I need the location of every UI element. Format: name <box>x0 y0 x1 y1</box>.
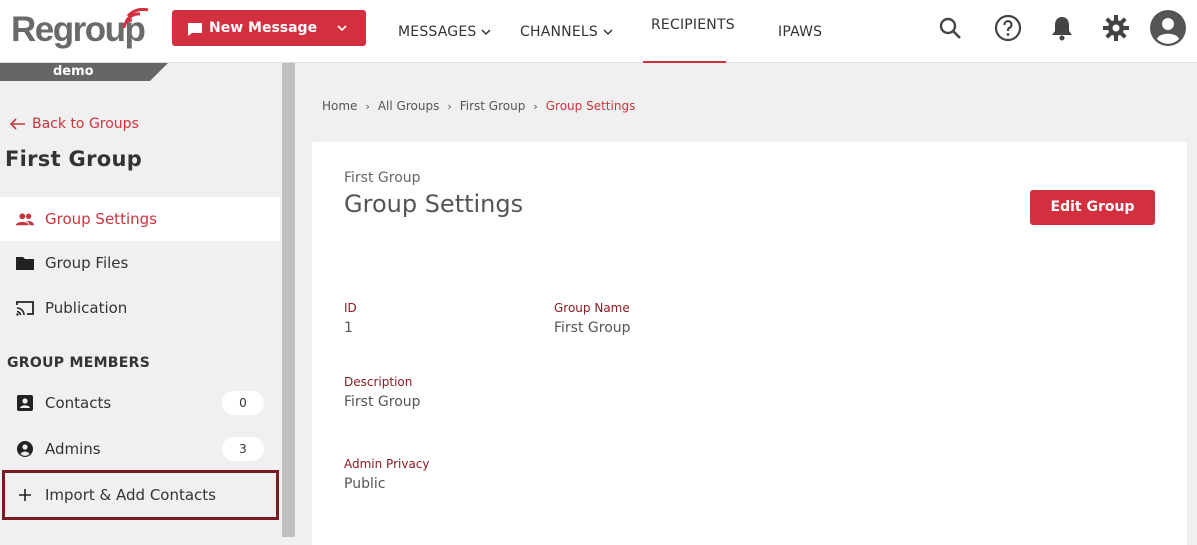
gear-icon[interactable] <box>1098 10 1134 46</box>
group-members-header: GROUP MEMBERS <box>7 355 151 371</box>
id-label: ID <box>344 301 357 315</box>
contact-card-icon <box>16 395 34 411</box>
page-title: Group Settings <box>344 190 524 218</box>
card-subtitle: First Group <box>344 170 421 186</box>
admin-privacy-label: Admin Privacy <box>344 457 430 471</box>
regroup-logo[interactable]: Regroup <box>11 8 149 50</box>
bell-icon[interactable] <box>1044 10 1080 46</box>
breadcrumb-home[interactable]: Home <box>322 99 357 113</box>
edit-group-button[interactable]: Edit Group <box>1030 190 1155 225</box>
chevron-right-icon: › <box>365 99 370 113</box>
group-name-value: First Group <box>554 320 631 336</box>
search-icon[interactable] <box>932 10 968 46</box>
group-settings-card: First Group Group Settings Edit Group ID… <box>312 142 1187 545</box>
admin-privacy-value: Public <box>344 476 386 492</box>
chevron-down-icon <box>481 28 492 35</box>
nav-recipients[interactable]: RECIPIENTS <box>643 0 735 63</box>
chevron-down-icon[interactable] <box>335 22 349 34</box>
help-icon[interactable] <box>990 10 1026 46</box>
breadcrumb-current: Group Settings <box>545 99 636 113</box>
breadcrumb-all-groups[interactable]: All Groups <box>378 99 439 113</box>
contacts-count-badge: 0 <box>222 391 264 415</box>
people-icon <box>16 211 34 227</box>
chevron-right-icon: › <box>447 99 452 113</box>
new-message-button[interactable]: New Message <box>172 10 366 46</box>
account-icon[interactable] <box>1150 10 1186 46</box>
chevron-down-icon <box>603 28 613 35</box>
sidebar-item-group-files[interactable]: Group Files <box>0 241 280 285</box>
arrow-left-icon <box>10 118 25 130</box>
admins-count-badge: 3 <box>222 437 264 461</box>
focus-highlight <box>2 470 279 520</box>
description-value: First Group <box>344 394 421 410</box>
sidebar-scrollbar[interactable] <box>282 63 295 537</box>
breadcrumb: Home › All Groups › First Group › Group … <box>322 99 635 113</box>
top-bar: Regroup New Message MESSAGES CHANNELS RE… <box>0 0 1197 63</box>
id-value: 1 <box>344 320 353 336</box>
group-name-label: Group Name <box>554 301 630 315</box>
chevron-right-icon: › <box>533 99 538 113</box>
admin-icon <box>16 441 34 457</box>
nav-ipaws[interactable]: IPAWS <box>778 0 822 63</box>
nav-channels[interactable]: CHANNELS <box>520 0 613 63</box>
back-to-groups-link[interactable]: Back to Groups <box>10 116 139 132</box>
message-icon <box>188 23 202 36</box>
sidebar-item-contacts[interactable]: Contacts 0 <box>0 381 280 425</box>
sidebar-item-admins[interactable]: Admins 3 <box>0 427 280 471</box>
group-title: First Group <box>5 147 143 171</box>
sidebar-item-publication[interactable]: Publication <box>0 286 280 330</box>
breadcrumb-first-group[interactable]: First Group <box>460 99 526 113</box>
sidebar-item-group-settings[interactable]: Group Settings <box>0 197 280 241</box>
account-tag: demo <box>0 63 168 81</box>
sidebar: demo Back to Groups First Group Group Se… <box>0 63 280 545</box>
description-label: Description <box>344 375 413 389</box>
logo-waves-icon <box>122 8 149 29</box>
new-message-label: New Message <box>209 20 318 36</box>
cast-icon <box>16 300 34 316</box>
folder-icon <box>16 255 34 271</box>
nav-messages[interactable]: MESSAGES <box>398 0 492 63</box>
